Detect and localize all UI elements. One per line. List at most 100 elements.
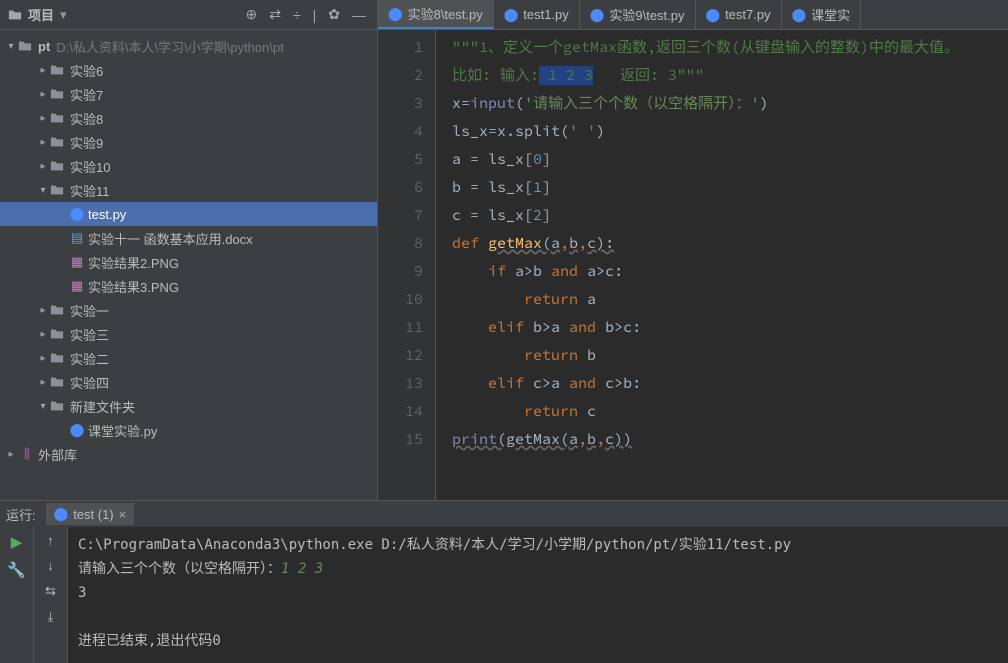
console-tab-bar: 运行: ⬤ test (1) × [0, 501, 1008, 527]
tree-item[interactable]: ▾实验11 [0, 178, 377, 202]
code-line[interactable]: return a [452, 286, 959, 314]
tree-item[interactable]: ▦实验结果3.PNG [0, 274, 377, 298]
code-line[interactable]: """1、定义一个getMax函数,返回三个数(从键盘输入的整数)中的最大值。 [452, 34, 959, 62]
tree-item[interactable]: ▸实验二 [0, 346, 377, 370]
tab-label: test1.py [523, 7, 569, 22]
tree-item[interactable]: ▸实验6 [0, 58, 377, 82]
tree-arrow-icon[interactable]: ▸ [36, 113, 50, 124]
python-file-icon: ⬤ [590, 7, 605, 23]
project-title[interactable]: 项目 [28, 5, 54, 24]
editor-tab[interactable]: ⬤课堂实 [782, 0, 862, 29]
tree-arrow-icon[interactable]: ▸ [36, 353, 50, 364]
up-arrow-icon[interactable]: ↑ [47, 533, 54, 548]
editor-tabs: ⬤实验8\test.py⬤test1.py⬤实验9\test.py⬤test7.… [378, 0, 1008, 30]
soft-wrap-icon[interactable]: ⇆ [45, 583, 56, 599]
chevron-down-icon[interactable]: ▾ [4, 41, 18, 52]
divider-icon: | [310, 7, 320, 23]
tree-arrow-icon[interactable]: ▸ [36, 377, 50, 388]
line-number: 4 [378, 118, 423, 146]
code-line[interactable]: elif c>a and c>b: [452, 370, 959, 398]
code-line[interactable]: if a>b and a>c: [452, 258, 959, 286]
folder-icon [50, 111, 68, 125]
code-line[interactable]: a = ls_x[0] [452, 146, 959, 174]
code-line[interactable]: x=input('请输入三个个数（以空格隔开）：') [452, 90, 959, 118]
code-line[interactable]: def getMax(a,b,c): [452, 230, 959, 258]
tree-item[interactable]: ▸实验四 [0, 370, 377, 394]
tree-arrow-icon[interactable]: ▸ [36, 65, 50, 76]
tree-item-label: test.py [88, 207, 126, 222]
output-result: 3 [78, 585, 86, 601]
folder-icon [50, 87, 68, 101]
chevron-right-icon[interactable]: ▸ [4, 449, 18, 460]
tree-item-label: 新建文件夹 [70, 397, 135, 416]
collapse-icon[interactable]: ÷ [290, 7, 304, 23]
code-line[interactable]: b = ls_x[1] [452, 174, 959, 202]
img-icon: ▦ [68, 278, 86, 294]
folder-icon [50, 399, 68, 413]
tree-item[interactable]: ▸实验三 [0, 322, 377, 346]
close-icon[interactable]: × [119, 507, 127, 522]
root-path: D:\私人资料\本人\学习\小学期\python\pt [56, 37, 284, 56]
locate-icon[interactable]: ⊕ [242, 6, 260, 23]
editor-tab[interactable]: ⬤实验8\test.py [378, 0, 494, 29]
code-line[interactable]: ls_x=x.split(' ') [452, 118, 959, 146]
hide-icon[interactable]: — [349, 7, 369, 23]
console-tab[interactable]: ⬤ test (1) × [46, 503, 135, 525]
expand-icon[interactable]: ⇄ [266, 6, 284, 23]
tree-arrow-icon[interactable]: ▸ [36, 305, 50, 316]
python-file-icon: ⬤ [388, 6, 403, 22]
tree-item[interactable]: ▦实验结果2.PNG [0, 250, 377, 274]
root-name: pt [38, 39, 50, 54]
code-editor[interactable]: 123456789101112131415 """1、定义一个getMax函数,… [378, 30, 1008, 500]
external-libraries[interactable]: ▸ ⫼ 外部库 [0, 442, 377, 466]
console-output[interactable]: C:\ProgramData\Anaconda3\python.exe D:/私… [68, 527, 1008, 663]
code-content[interactable]: """1、定义一个getMax函数,返回三个数(从键盘输入的整数)中的最大值。比… [436, 30, 959, 500]
scroll-end-icon[interactable]: ⤓ [48, 609, 54, 625]
folder-icon [50, 159, 68, 173]
code-line[interactable]: return c [452, 398, 959, 426]
output-user-input: 1 2 3 [281, 561, 323, 577]
settings-icon[interactable]: ✿ [325, 6, 343, 23]
project-toolbar: 项目 ▾ ⊕ ⇄ ÷ | ✿ — [0, 0, 377, 30]
code-line[interactable]: elif b>a and b>c: [452, 314, 959, 342]
tree-item[interactable]: ⬤test.py [0, 202, 377, 226]
code-line[interactable]: 比如: 输入: 1 2 3 返回: 3""" [452, 62, 959, 90]
run-console: 运行: ⬤ test (1) × ▶ 🔧 ↑ ↓ ⇆ ⤓ C:\ProgramD… [0, 500, 1008, 663]
python-file-icon: ⬤ [792, 7, 807, 23]
tree-item[interactable]: ▾ 新建文件夹 [0, 394, 377, 418]
tree-root[interactable]: ▾ pt D:\私人资料\本人\学习\小学期\python\pt [0, 34, 377, 58]
tab-label: test7.py [725, 7, 771, 22]
tree-item[interactable]: ▸实验9 [0, 130, 377, 154]
line-number: 10 [378, 286, 423, 314]
python-icon: ⬤ [54, 506, 69, 522]
folder-icon [50, 63, 68, 77]
tree-arrow-icon[interactable]: ▸ [36, 329, 50, 340]
tree-item[interactable]: ⬤课堂实验.py [0, 418, 377, 442]
code-line[interactable]: print(getMax(a,b,c)) [452, 426, 959, 454]
tree-arrow-icon[interactable]: ▸ [36, 89, 50, 100]
output-prompt: 请输入三个个数（以空格隔开）： [78, 561, 281, 577]
project-dropdown-icon[interactable]: ▾ [60, 7, 67, 23]
tree-item[interactable]: ▸实验7 [0, 82, 377, 106]
code-line[interactable]: c = ls_x[2] [452, 202, 959, 230]
folder-icon [50, 183, 68, 197]
tree-item[interactable]: ▸实验10 [0, 154, 377, 178]
editor-tab[interactable]: ⬤实验9\test.py [580, 0, 696, 29]
code-line[interactable]: return b [452, 342, 959, 370]
tree-item[interactable]: ▤实验十一 函数基本应用.docx [0, 226, 377, 250]
project-sidebar: 项目 ▾ ⊕ ⇄ ÷ | ✿ — ▾ pt D:\私人资料\本人\学习\小学期\… [0, 0, 378, 500]
folder-icon [18, 39, 36, 53]
tree-arrow-icon[interactable]: ▸ [36, 161, 50, 172]
wrench-icon[interactable]: 🔧 [7, 561, 26, 579]
tree-arrow-icon[interactable]: ▾ [36, 185, 50, 196]
tree-arrow-icon[interactable]: ▸ [36, 137, 50, 148]
project-tree[interactable]: ▾ pt D:\私人资料\本人\学习\小学期\python\pt ▸实验6▸实验… [0, 30, 377, 500]
editor-tab[interactable]: ⬤test7.py [696, 0, 782, 29]
tree-arrow-icon[interactable]: ▾ [36, 401, 50, 412]
tree-item[interactable]: ▸实验8 [0, 106, 377, 130]
down-arrow-icon[interactable]: ↓ [47, 558, 54, 573]
editor-tab[interactable]: ⬤test1.py [494, 0, 580, 29]
folder-icon [50, 375, 68, 389]
tree-item[interactable]: ▸实验一 [0, 298, 377, 322]
run-button[interactable]: ▶ [11, 533, 23, 551]
